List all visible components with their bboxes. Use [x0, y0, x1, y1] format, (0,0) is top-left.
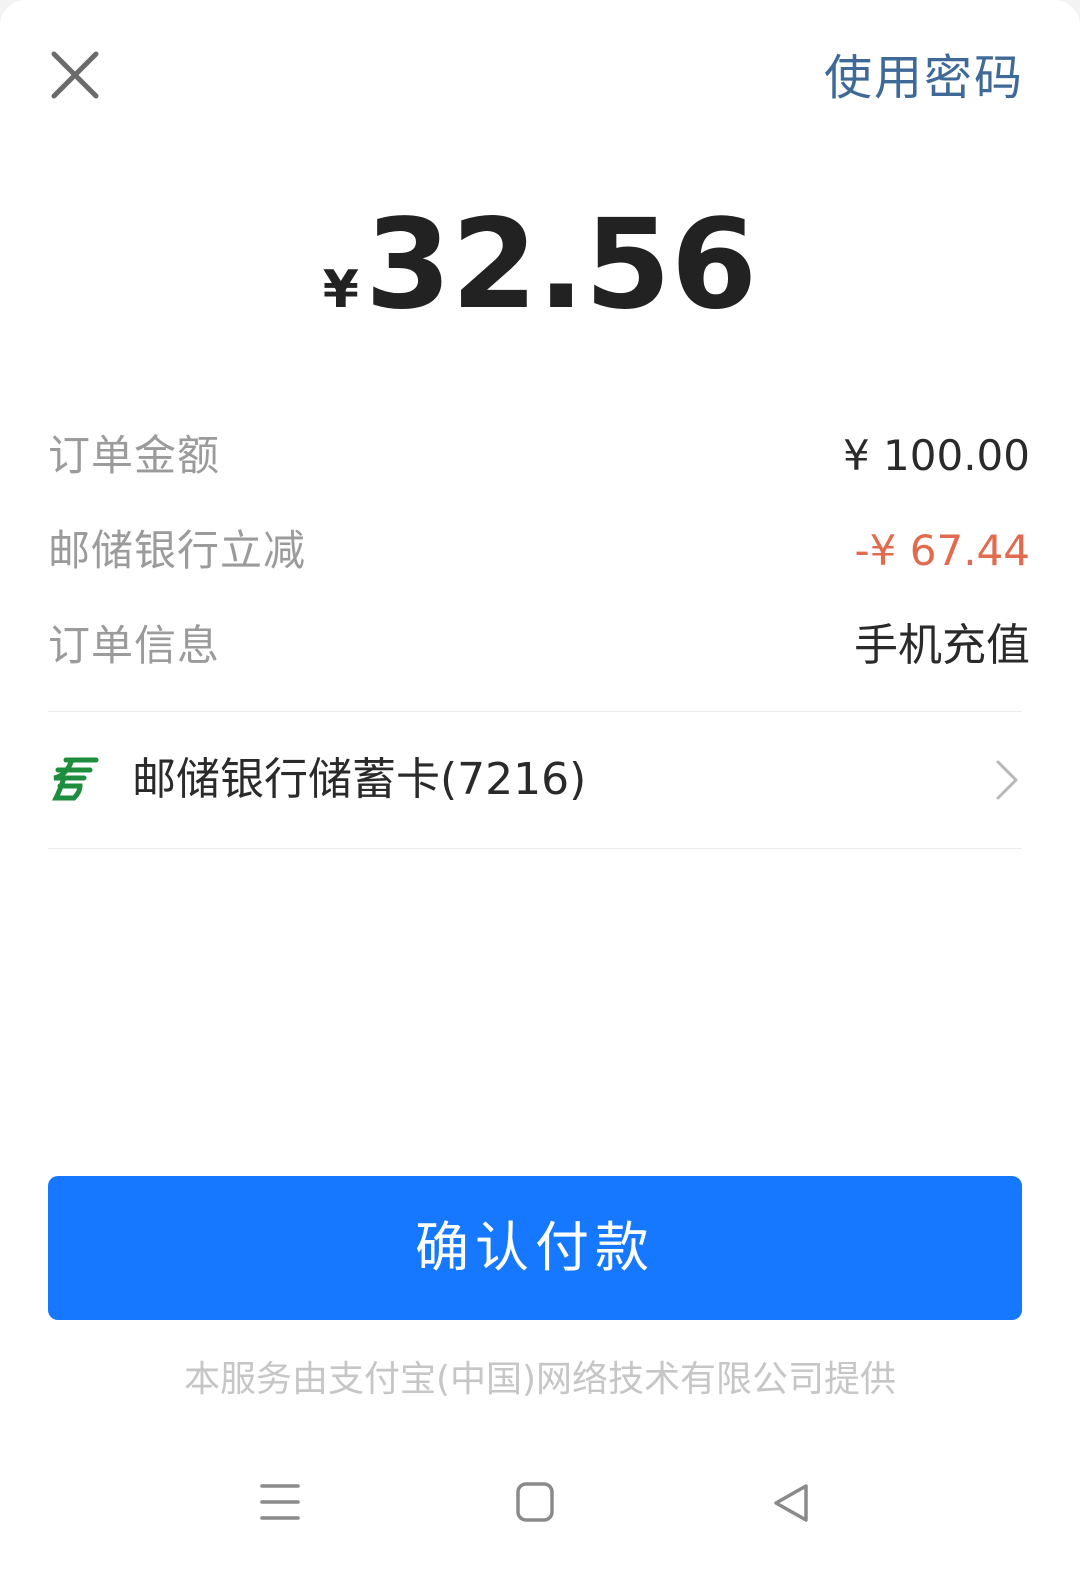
use-password-link[interactable]: 使用密码 — [824, 44, 1024, 112]
amount-currency-symbol: ¥ — [322, 260, 359, 320]
home-icon — [516, 1482, 554, 1522]
discount-label: 邮储银行立减 — [48, 526, 307, 575]
payment-method-selector[interactable]: 邮储银行储蓄卡(7216) — [48, 712, 1022, 848]
confirm-payment-button[interactable]: 确认付款 — [48, 1176, 1022, 1320]
close-button[interactable] — [46, 46, 106, 106]
system-nav-bar — [0, 1450, 1080, 1560]
divider — [48, 848, 1022, 849]
home-button[interactable] — [505, 1478, 565, 1528]
chevron-right-icon — [992, 758, 1022, 802]
menu-button[interactable] — [250, 1478, 310, 1528]
amount-value: 32.56 — [364, 193, 758, 337]
menu-icon — [260, 1484, 300, 1520]
order-info-label: 订单信息 — [48, 621, 221, 670]
order-info-row: 订单信息 手机充值 — [48, 614, 1030, 678]
order-amount-label: 订单金额 — [48, 431, 221, 480]
service-provider-note: 本服务由支付宝(中国)网络技术有限公司提供 — [183, 1359, 897, 1400]
payment-amount: ¥32.56 — [0, 195, 1080, 335]
payment-sheet: 使用密码 ¥32.56 订单金额 ¥ 100.00 邮储银行立减 -¥ 67.4… — [0, 0, 1080, 1582]
order-amount-value: ¥ 100.00 — [842, 431, 1030, 480]
close-icon — [51, 51, 99, 99]
order-info-value: 手机充值 — [854, 620, 1030, 671]
postal-bank-icon — [50, 756, 100, 802]
order-amount-row: 订单金额 ¥ 100.00 — [48, 424, 1030, 488]
back-button[interactable] — [762, 1478, 822, 1528]
back-icon — [774, 1484, 808, 1522]
discount-value: -¥ 67.44 — [854, 526, 1030, 575]
payment-method-label: 邮储银行储蓄卡(7216) — [132, 754, 587, 805]
discount-row: 邮储银行立减 -¥ 67.44 — [48, 519, 1030, 583]
